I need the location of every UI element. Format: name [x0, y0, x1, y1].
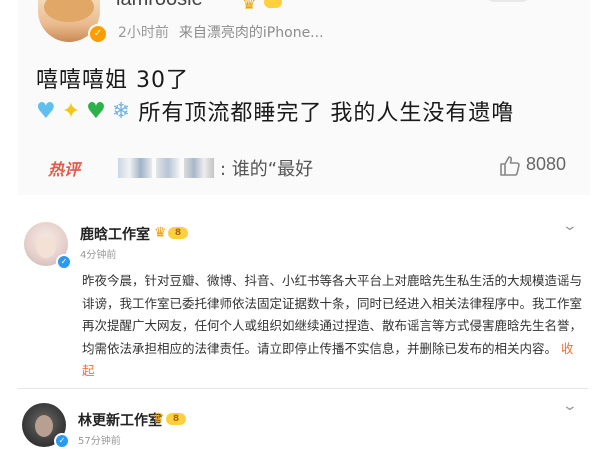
post-body: 昨夜今晨，针对豆瓣、微博、抖音、小红书等各大平台上对鹿晗先生私生活的大规模造谣与…	[82, 270, 582, 383]
chevron-down-icon[interactable]: ⌄	[562, 218, 578, 234]
verified-badge-icon: ✓	[56, 254, 72, 270]
username[interactable]: 鹿晗工作室	[80, 224, 150, 244]
username[interactable]: 林更新工作室	[78, 410, 162, 430]
post-source: 来自漂亮肉的iPhone...	[178, 25, 324, 41]
verified-badge-icon: ✓	[88, 24, 108, 44]
post-text-line1: 嘻嘻嘻姐 30了	[36, 68, 189, 93]
sparkles-icon: ✦	[61, 98, 81, 124]
crown-icon: ♛	[152, 411, 165, 427]
level-badge: 8	[166, 413, 186, 425]
pixelated-username	[118, 158, 152, 178]
hot-comment-tag: 热评	[48, 160, 81, 179]
separator	[0, 196, 600, 208]
chevron-down-icon[interactable]: ⌄	[562, 398, 578, 414]
divider	[18, 388, 588, 389]
post-iamroosie: ✓ iamroosie ♛ 2小时前来自漂亮肉的iPhone... 嘻嘻嘻姐 3…	[18, 0, 590, 195]
level-badge: 8	[168, 227, 188, 239]
hot-comment-text: : 谁的“最好	[220, 159, 314, 180]
thumbs-up-icon[interactable]	[498, 154, 522, 178]
crown-icon: ♛	[154, 225, 167, 241]
green-heart-icon: ♥	[86, 98, 106, 124]
username[interactable]: iamroosie	[116, 0, 203, 11]
avatar-face	[35, 415, 53, 437]
post-time: 57分钟前	[78, 436, 121, 447]
level-badge	[264, 0, 282, 8]
avatar-face	[36, 236, 56, 258]
post-time: 2小时前	[118, 25, 169, 41]
post-meta: 2小时前 来自漂亮肉的iPhone...	[118, 22, 324, 42]
follow-button[interactable]	[488, 0, 528, 2]
like-count: 8080	[526, 154, 567, 174]
pixelated-username	[156, 158, 180, 178]
avatar-hair	[44, 0, 94, 22]
blue-heart-icon: ♥	[36, 98, 56, 124]
post-time: 4分钟前	[80, 250, 117, 261]
hot-comment[interactable]: 热评 : 谁的“最好 8080	[36, 148, 566, 186]
verified-badge-icon: ✓	[54, 433, 70, 449]
post-text: 昨夜今晨，针对豆瓣、微博、抖音、小红书等各大平台上对鹿晗先生私生活的大规模造谣与…	[82, 273, 583, 356]
post-text: 所有顶流都睡完了 我的人生没有遗噜	[138, 101, 515, 126]
post-text-line2: ♥ ✦ ♥ ❄ 所有顶流都睡完了 我的人生没有遗噜	[36, 96, 515, 127]
snowflake-icon: ❄	[111, 98, 131, 124]
pixelated-username	[184, 158, 214, 178]
crown-icon: ♛	[242, 0, 257, 13]
